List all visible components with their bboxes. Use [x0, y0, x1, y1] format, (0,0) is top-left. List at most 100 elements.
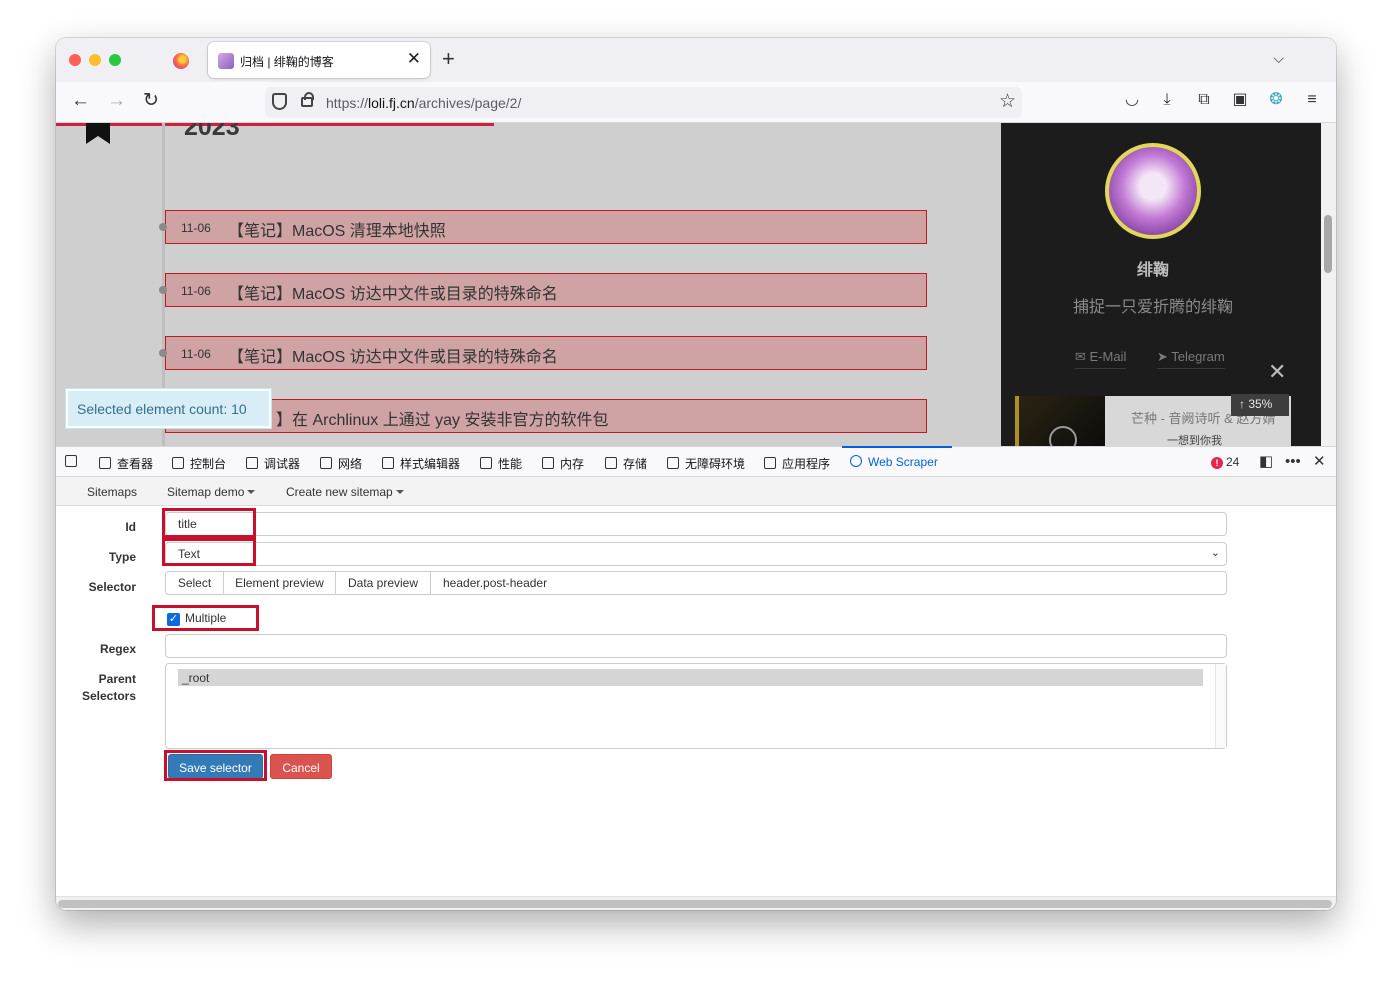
gauge-icon: [480, 457, 492, 469]
post-date: 11-06: [181, 347, 211, 361]
id-input[interactable]: title: [165, 512, 1227, 536]
back-arrow-icon[interactable]: ←: [71, 90, 90, 112]
new-tab-button[interactable]: +: [442, 48, 455, 70]
error-icon: !: [1211, 457, 1223, 469]
regex-input[interactable]: [165, 634, 1227, 658]
tab-console[interactable]: 控制台: [172, 455, 226, 472]
forward-arrow-icon[interactable]: →: [107, 90, 126, 112]
telegram-link[interactable]: ➤ Telegram: [1157, 349, 1225, 369]
tab-list-chevron-icon[interactable]: ⌵: [1273, 50, 1284, 67]
parent-option[interactable]: _root: [178, 669, 1203, 686]
author-name: 绯鞠: [1136, 262, 1169, 279]
firefox-view-icon[interactable]: [173, 53, 189, 69]
tab-memory[interactable]: 内存: [542, 455, 584, 472]
tab-strip: 归档 | 绯鞠的博客 ✕ + ⌵: [56, 38, 1336, 82]
menu-label: Create new sitemap: [286, 485, 393, 499]
browser-tab[interactable]: 归档 | 绯鞠的博客 ✕: [208, 42, 430, 78]
page-scrollbar-thumb[interactable]: [1324, 215, 1332, 273]
zoom-window-button[interactable]: [109, 54, 121, 66]
storage-icon: [605, 457, 617, 469]
menu-sitemap-demo[interactable]: Sitemap demo: [167, 485, 256, 499]
chip-icon: [542, 457, 554, 469]
post-title[interactable]: 【笔记】MacOS 访达中文件或目录的特殊命名: [228, 280, 558, 304]
selector-input[interactable]: header.post-header: [443, 576, 547, 590]
debugger-icon: [246, 457, 258, 469]
post-date: 11-06: [181, 284, 211, 298]
address-bar[interactable]: https://loli.fj.cn/archives/page/2/ ☆: [265, 87, 1022, 118]
bookmark-star-icon[interactable]: ☆: [999, 90, 1016, 113]
parent-selectors-list[interactable]: _root: [165, 663, 1227, 749]
menu-sitemaps[interactable]: Sitemaps: [87, 485, 137, 499]
play-icon[interactable]: [1049, 426, 1077, 446]
list-scrollbar[interactable]: [1215, 664, 1226, 748]
menu-create-sitemap[interactable]: Create new sitemap: [286, 485, 404, 499]
minimize-window-button[interactable]: [89, 54, 101, 66]
error-count: 24: [1226, 455, 1240, 469]
chevron-down-icon: ⌄: [1210, 547, 1220, 559]
tab-performance[interactable]: 性能: [480, 455, 522, 472]
pocket-icon[interactable]: ◡: [1123, 91, 1141, 109]
horizontal-scrollbar[interactable]: [56, 896, 1336, 910]
tab-accessibility[interactable]: 无障碍环境: [667, 455, 745, 472]
data-preview-button[interactable]: Data preview: [336, 572, 431, 594]
browser-window: 归档 | 绯鞠的博客 ✕ + ⌵ ← → ↻ https://loli.fj.c…: [56, 38, 1336, 910]
email-link[interactable]: ✉ E-Mail: [1075, 349, 1127, 369]
inspector-icon: [99, 457, 111, 469]
close-devtools-icon[interactable]: ✕: [1313, 454, 1326, 470]
archive-post-row[interactable]: 11-06 【笔记】MacOS 访达中文件或目录的特殊命名: [159, 336, 927, 370]
close-icon[interactable]: ✕: [1268, 361, 1286, 383]
container-icon[interactable]: ▣: [1231, 91, 1249, 109]
page-content: 2023 11-06 【笔记】MacOS 清理本地快照 11-06 【笔记】Ma…: [56, 123, 1336, 446]
close-window-button[interactable]: [69, 54, 81, 66]
reload-icon[interactable]: ↻: [143, 90, 159, 112]
tab-inspector[interactable]: 查看器: [99, 455, 153, 472]
timeline-dot: [159, 223, 167, 231]
post-title[interactable]: 【笔记】MacOS 清理本地快照: [228, 217, 446, 241]
archive-post-row[interactable]: 11-06 【笔记】MacOS 访达中文件或目录的特殊命名: [159, 273, 927, 307]
page-scrollbar-track[interactable]: [1321, 123, 1336, 446]
devtools-toolbar: 查看器 控制台 调试器 网络 样式编辑器 性能 内存 存储 无障碍环境 应用程序…: [56, 446, 1336, 477]
web-scraper-extension-icon[interactable]: ❂: [1267, 91, 1285, 109]
cancel-button[interactable]: Cancel: [270, 754, 332, 779]
select-button[interactable]: Select: [166, 572, 224, 594]
tab-label: 网络: [338, 457, 363, 471]
selector-label: Selector: [88, 580, 136, 594]
tab-application[interactable]: 应用程序: [764, 455, 830, 472]
url-host: loli.fj.cn: [368, 95, 415, 111]
lock-icon[interactable]: [301, 92, 314, 107]
url-text[interactable]: https://loli.fj.cn/archives/page/2/: [326, 95, 521, 111]
menu-hamburger-icon[interactable]: ≡: [1303, 91, 1321, 109]
timeline-dot: [159, 349, 167, 357]
dock-side-icon[interactable]: ◧: [1259, 454, 1273, 470]
tab-style-editor[interactable]: 样式编辑器: [382, 455, 460, 472]
tab-web-scraper[interactable]: Web Scraper: [850, 455, 938, 469]
horizontal-scrollbar-thumb[interactable]: [58, 900, 1332, 908]
caret-down-icon: [247, 490, 256, 494]
post-title[interactable]: 】在 Archlinux 上通过 yay 安装非官方的软件包: [276, 406, 609, 430]
element-preview-button[interactable]: Element preview: [224, 572, 336, 594]
navigation-bar: ← → ↻ https://loli.fj.cn/archives/page/2…: [56, 82, 1336, 123]
archive-post-row[interactable]: 】在 Archlinux 上通过 yay 安装非官方的软件包: [159, 399, 927, 433]
back-to-top-button[interactable]: ↑ 35%: [1231, 394, 1289, 416]
url-prefix: https://: [326, 95, 369, 111]
extensions-icon[interactable]: ⧉: [1195, 91, 1213, 109]
tab-debugger[interactable]: 调试器: [246, 455, 300, 472]
post-title[interactable]: 【笔记】MacOS 访达中文件或目录的特殊命名: [228, 343, 558, 367]
downloads-icon[interactable]: ⤓: [1158, 91, 1176, 109]
tab-label: 样式编辑器: [400, 457, 461, 471]
archive-post-row[interactable]: 11-06 【笔记】MacOS 清理本地快照: [159, 210, 927, 244]
tab-storage[interactable]: 存储: [605, 455, 647, 472]
regex-label: Regex: [99, 642, 136, 656]
web-scraper-icon: [850, 455, 862, 467]
error-count-badge[interactable]: ! 24: [1211, 455, 1239, 469]
selector-edit-form: Id title Type Text ⌄ Selector Select Elem…: [56, 506, 1336, 896]
tab-network[interactable]: 网络: [320, 455, 362, 472]
tab-title: 归档 | 绯鞠的博客: [240, 55, 334, 69]
more-options-icon[interactable]: •••: [1285, 454, 1301, 470]
tab-label: 无障碍环境: [685, 457, 746, 471]
tracking-shield-icon[interactable]: [272, 93, 287, 110]
tab-close-icon[interactable]: ✕: [407, 50, 421, 68]
music-cover: [1015, 396, 1105, 446]
type-select[interactable]: Text ⌄: [165, 542, 1227, 566]
pick-element-icon[interactable]: [65, 455, 83, 469]
